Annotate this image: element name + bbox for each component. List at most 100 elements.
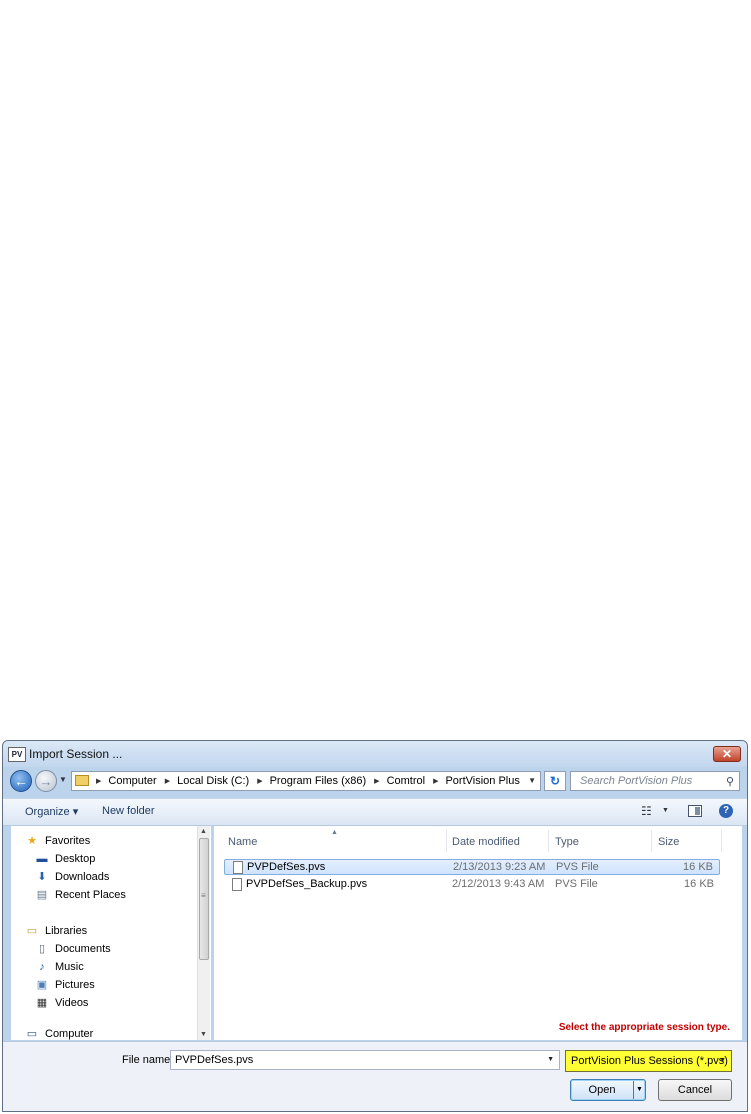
document-link-middle[interactable] <box>34 272 94 286</box>
sidebar-item-recent-places[interactable]: ▤ Recent Places <box>35 887 126 903</box>
view-options-dropdown-icon[interactable]: ▼ <box>662 807 669 814</box>
file-name: PVPDefSes.pvs <box>247 861 326 873</box>
sidebar-item-desktop[interactable]: ▬ Desktop <box>35 851 96 867</box>
toolbar: Organize ▾ New folder ☷ ▼ ? <box>3 798 747 826</box>
column-header-date-modified[interactable]: Date modified <box>452 836 520 848</box>
folder-icon <box>75 775 89 786</box>
breadcrumb-item[interactable]: Program Files (x86) <box>270 775 367 787</box>
scroll-up-icon[interactable]: ▲ <box>200 828 207 835</box>
navigation-pane: ★ Favorites ▬ Desktop ⬇ Downloads ▤ Recent Plac… <box>11 826 211 1040</box>
session-type-hint: Select the appropriate session type. <box>558 1022 730 1033</box>
navigation-scrollbar[interactable]: ▲ ▼ <box>197 826 210 1040</box>
file-name-dropdown-icon[interactable]: ▼ <box>547 1056 554 1063</box>
app-icon: PV <box>8 747 26 762</box>
refresh-button[interactable]: ↻ <box>544 771 566 791</box>
computer-icon: ▭ <box>26 1028 38 1040</box>
file-type: PVS File <box>556 861 599 873</box>
back-arrow-icon: ← <box>14 773 28 789</box>
file-type-value: PortVision Plus Sessions (*.pvs) <box>571 1055 728 1067</box>
sort-ascending-icon: ▲ <box>331 829 338 836</box>
pictures-icon: ▣ <box>36 979 48 991</box>
sidebar-item-videos[interactable]: ▦ Videos <box>35 995 89 1011</box>
file-selection-bar: File name: PVPDefSes.pvs ▼ PortVision Pl… <box>3 1041 747 1111</box>
breadcrumb-separator-icon[interactable]: ▶ <box>165 777 170 785</box>
preview-pane-icon[interactable] <box>688 805 702 817</box>
breadcrumb-item[interactable]: Local Disk (C:) <box>177 775 249 787</box>
sidebar-item-downloads[interactable]: ⬇ Downloads <box>35 869 109 885</box>
search-icon[interactable]: ⚲ <box>726 775 734 788</box>
sidebar-item-computer[interactable]: ▭ Computer <box>25 1026 94 1042</box>
star-icon: ★ <box>27 835 37 847</box>
cancel-button[interactable]: Cancel <box>658 1079 732 1101</box>
breadcrumb-item[interactable]: Computer <box>108 775 156 787</box>
forward-button[interactable]: → <box>35 770 57 792</box>
sidebar-item-label: Pictures <box>55 979 95 991</box>
file-type: PVS File <box>555 878 598 890</box>
sidebar-item-label: Music <box>55 961 84 973</box>
sidebar-item-libraries[interactable]: ▭ Libraries <box>25 923 87 939</box>
organize-button[interactable]: Organize ▾ <box>25 805 78 818</box>
help-icon[interactable]: ? <box>719 804 733 818</box>
breadcrumb-separator-icon[interactable]: ▶ <box>257 777 262 785</box>
sidebar-item-label: Desktop <box>55 853 96 865</box>
import-session-dialog: PV Import Session ... ✕ ← → ▼ ▶ Computer ▶… <box>2 740 748 1112</box>
column-header-type[interactable]: Type <box>555 836 579 848</box>
file-date-modified: 2/13/2013 9:23 AM <box>453 861 546 873</box>
column-header-size[interactable]: Size <box>658 836 679 848</box>
sidebar-item-pictures[interactable]: ▣ Pictures <box>35 977 95 993</box>
open-button-label: Open <box>588 1084 616 1096</box>
file-size: 16 KB <box>683 861 713 873</box>
file-date-modified: 2/12/2013 9:43 AM <box>452 878 545 890</box>
breadcrumb-item[interactable]: PortVision Plus <box>445 775 519 787</box>
sidebar-item-label: Recent Places <box>55 889 126 901</box>
back-button[interactable]: ← <box>10 770 32 792</box>
close-button[interactable]: ✕ <box>713 746 741 762</box>
file-type-dropdown-icon: ▼ <box>719 1057 726 1064</box>
sidebar-item-label: Videos <box>55 997 89 1009</box>
dialog-title: Import Session ... <box>29 747 123 761</box>
breadcrumb-item[interactable]: Comtrol <box>387 775 426 787</box>
file-name-value: PVPDefSes.pvs <box>175 1054 254 1066</box>
close-icon: ✕ <box>721 747 733 761</box>
document-link-top[interactable] <box>92 0 228 6</box>
refresh-icon: ↻ <box>549 774 561 788</box>
title-bar: PV Import Session ... ✕ <box>3 741 747 767</box>
file-size: 16 KB <box>684 878 714 890</box>
sidebar-item-label: Computer <box>45 1028 94 1040</box>
sidebar-item-label: Libraries <box>45 925 88 937</box>
column-header-name[interactable]: Name <box>228 836 257 848</box>
scroll-down-icon[interactable]: ▼ <box>200 1031 207 1038</box>
sidebar-item-music[interactable]: ♪ Music <box>35 959 84 975</box>
scrollbar-thumb[interactable] <box>199 838 209 960</box>
address-bar[interactable]: ▶ Computer ▶ Local Disk (C:) ▶ Program Files … <box>71 771 541 791</box>
new-folder-button[interactable]: New folder <box>102 805 155 817</box>
address-dropdown-icon[interactable]: ▼ <box>528 776 536 785</box>
file-name: PVPDefSes_Backup.pvs <box>246 878 368 890</box>
search-input[interactable]: Search PortVision Plus ⚲ <box>570 771 740 791</box>
open-dropdown-icon[interactable]: ▼ <box>636 1086 643 1093</box>
sidebar-item-label: Documents <box>55 943 111 955</box>
sidebar-item-documents[interactable]: ▯ Documents <box>35 941 111 957</box>
recent-pages-dropdown-icon[interactable]: ▼ <box>59 775 67 784</box>
file-icon <box>232 878 242 891</box>
sidebar-item-favorites[interactable]: ★ Favorites <box>25 833 90 849</box>
search-placeholder: Search PortVision Plus <box>580 775 693 787</box>
breadcrumb-separator-icon[interactable]: ▶ <box>433 777 438 785</box>
view-options-icon[interactable]: ☷ <box>641 804 652 818</box>
forward-arrow-icon: → <box>39 774 53 789</box>
open-button[interactable]: Open ▼ <box>570 1079 646 1101</box>
file-row[interactable]: PVPDefSes.pvs 2/13/2013 9:23 AM PVS File 16… <box>224 859 720 875</box>
file-type-select[interactable]: PortVision Plus Sessions (*.pvs) ▼ <box>565 1050 732 1072</box>
file-row[interactable]: PVPDefSes_Backup.pvs 2/12/2013 9:43 AM PVS… <box>224 877 720 893</box>
breadcrumb: ▶ Computer ▶ Local Disk (C:) ▶ Program Files … <box>94 775 526 787</box>
downloads-icon: ⬇ <box>37 871 47 883</box>
music-icon: ♪ <box>39 961 45 973</box>
recent-places-icon: ▤ <box>36 889 48 901</box>
file-list: ▲ Name Date modified Type Size PVPDefSes… <box>214 826 742 1040</box>
file-name-input[interactable]: PVPDefSes.pvs ▼ <box>170 1050 560 1070</box>
sidebar-item-label: Downloads <box>55 871 110 883</box>
breadcrumb-separator-icon[interactable]: ▶ <box>374 777 379 785</box>
desktop-icon: ▬ <box>36 853 48 865</box>
breadcrumb-separator-icon[interactable]: ▶ <box>96 777 101 785</box>
file-icon <box>233 861 243 874</box>
